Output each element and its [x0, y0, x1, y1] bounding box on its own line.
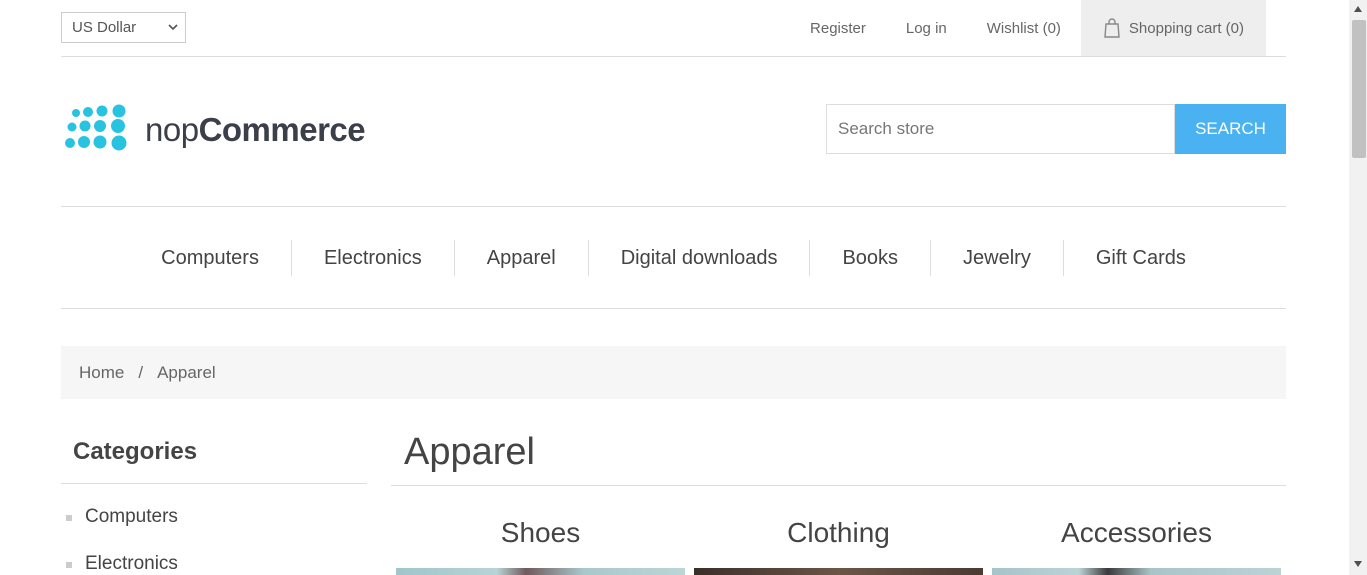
category-item-computers[interactable]: Computers: [66, 506, 178, 553]
logo-dots-icon: [65, 104, 127, 151]
breadcrumb-home[interactable]: Home: [79, 363, 124, 383]
category-item-label: Computers: [85, 506, 178, 527]
store-logo[interactable]: nopCommerce: [63, 103, 366, 157]
vertical-scrollbar[interactable]: [1349, 0, 1367, 575]
categories-list: Computers Electronics: [66, 506, 178, 575]
breadcrumb-separator: /: [138, 362, 144, 382]
header-bar: US Dollar Register Log in Wishlist (0) S…: [61, 0, 1286, 57]
shopping-bag-icon: [1104, 18, 1120, 38]
scrollbar-thumb[interactable]: [1352, 20, 1366, 158]
menu-item-digital-downloads[interactable]: Digital downloads: [587, 239, 810, 276]
top-menu: Computers Electronics Apparel Digital do…: [61, 206, 1286, 309]
sub-category-accessories[interactable]: Accessories: [992, 513, 1281, 575]
sub-category-grid: Shoes Clothing Accessories: [396, 513, 1290, 575]
breadcrumb: Home / Apparel: [61, 346, 1286, 399]
sub-category-title[interactable]: Clothing: [694, 513, 983, 568]
menu-item-jewelry[interactable]: Jewelry: [930, 239, 1063, 276]
login-link[interactable]: Log in: [906, 20, 947, 37]
menu-item-gift-cards[interactable]: Gift Cards: [1062, 239, 1218, 276]
scroll-down-icon[interactable]: [1353, 560, 1363, 568]
menu-item-apparel[interactable]: Apparel: [453, 239, 588, 276]
menu-item-computers[interactable]: Computers: [129, 240, 291, 276]
shopping-cart-link[interactable]: Shopping cart (0): [1080, 0, 1266, 56]
menu-item-books[interactable]: Books: [809, 239, 930, 276]
breadcrumb-current: Apparel: [157, 362, 216, 382]
sub-category-title[interactable]: Shoes: [396, 513, 685, 568]
sub-category-image[interactable]: [694, 568, 983, 575]
sub-category-image[interactable]: [992, 568, 1281, 575]
wishlist-link[interactable]: Wishlist (0): [987, 20, 1061, 37]
menu-item-electronics[interactable]: Electronics: [290, 239, 454, 276]
bullet-icon: [66, 562, 72, 568]
page-title: Apparel: [391, 425, 1286, 486]
scroll-up-icon[interactable]: [1353, 5, 1363, 13]
shopping-cart-label: Shopping cart (0): [1128, 19, 1244, 37]
categories-title: Categories: [61, 423, 367, 484]
currency-selector[interactable]: US Dollar: [61, 12, 186, 43]
logo-wordmark: nopCommerce: [145, 111, 366, 148]
search-input[interactable]: Search store: [826, 104, 1175, 154]
sub-category-image[interactable]: [396, 568, 685, 575]
currency-value: US Dollar: [72, 19, 137, 36]
category-item-label: Electronics: [85, 553, 178, 574]
sub-category-title[interactable]: Accessories: [992, 513, 1281, 568]
search-button[interactable]: Search: [1175, 104, 1286, 154]
header-links: Register Log in Wishlist (0) Shopping ca…: [790, 0, 1286, 56]
category-item-electronics[interactable]: Electronics: [66, 553, 178, 575]
sub-category-shoes[interactable]: Shoes: [396, 513, 685, 575]
sub-category-clothing[interactable]: Clothing: [694, 513, 983, 575]
register-link[interactable]: Register: [810, 20, 866, 37]
search-box: Search store Search: [826, 104, 1286, 154]
chevron-down-icon: [168, 24, 178, 31]
bullet-icon: [66, 515, 72, 521]
